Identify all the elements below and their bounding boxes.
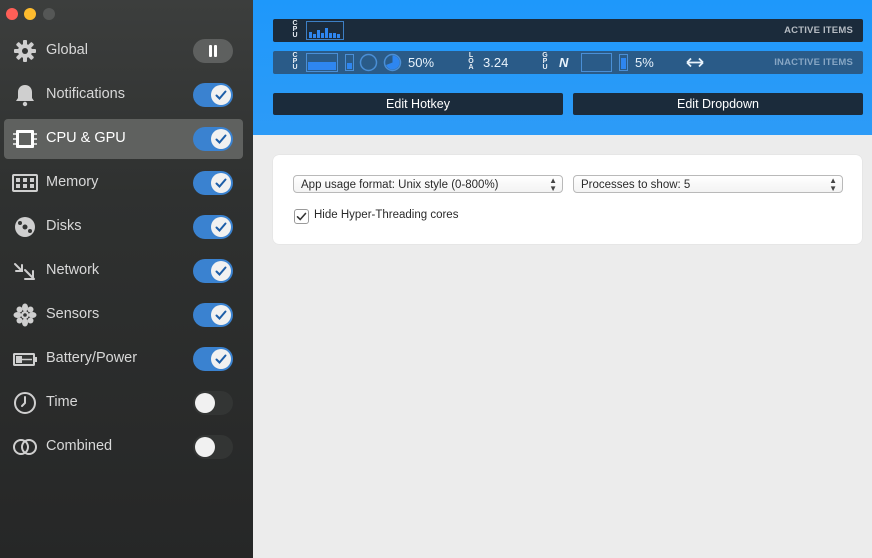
sidebar-item-label: Notifications (46, 86, 125, 102)
checkmark-icon (211, 129, 231, 149)
cpu-percent-value: 50% (408, 55, 435, 70)
sensor-fan-icon (12, 303, 38, 327)
gpu-vendor-letter: N (559, 55, 569, 70)
cpu-settings-card: App usage format: Unix style (0-800%) ▲ ▼… (273, 155, 862, 244)
edit-dropdown-button[interactable]: Edit Dropdown (573, 93, 863, 115)
minimize-window-button[interactable] (24, 8, 36, 20)
pause-icon (209, 45, 217, 57)
combined-toggle[interactable] (193, 435, 233, 459)
sensors-toggle[interactable] (193, 303, 233, 327)
battery-power-toggle[interactable] (193, 347, 233, 371)
cpu-chip-icon (12, 127, 38, 151)
cpu-bar-icon (345, 54, 354, 71)
gpu-vertical-tag: GPU (542, 52, 548, 71)
edit-hotkey-button[interactable]: Edit Hotkey (273, 93, 563, 115)
select-arrows-icon: ▲ ▼ (549, 176, 557, 193)
sidebar-item-label: Memory (46, 174, 99, 190)
clock-icon (12, 391, 38, 415)
battery-icon (12, 347, 38, 371)
gpu-tag-text: GPU (542, 52, 548, 71)
menubar-preview-banner: CPU ACTIVE ITEMS CPU 50% LOA 3.24 GPU N (253, 0, 872, 135)
checkmark-icon (211, 349, 231, 369)
sidebar-item-disks[interactable]: Disks (4, 207, 243, 247)
cpu-history-graph-icon (306, 21, 344, 40)
network-arrows-icon (12, 259, 38, 283)
sidebar-item-label: Time (46, 394, 78, 410)
load-average-value: 3.24 (483, 55, 509, 70)
checkmark-icon (296, 212, 307, 221)
active-items-strip[interactable]: CPU ACTIVE ITEMS (273, 19, 863, 42)
checkmark-icon (211, 85, 231, 105)
cpu-ring-icon (359, 53, 378, 72)
cpu-graph-icon (306, 53, 338, 72)
hide-hyperthreading-checkbox[interactable] (294, 209, 309, 224)
sidebar-item-sensors[interactable]: Sensors (4, 295, 243, 335)
memory-module-icon (12, 171, 38, 195)
hide-hyperthreading-label: Hide Hyper-Threading cores (314, 209, 459, 221)
cpu-vertical-tag: CPU (292, 20, 298, 39)
checkmark-icon (211, 261, 231, 281)
disk-icon (12, 215, 38, 239)
memory-toggle[interactable] (193, 171, 233, 195)
sidebar-item-label: Global (46, 42, 88, 58)
sidebar-item-label: Combined (46, 438, 113, 454)
sidebar-item-cpu-gpu[interactable]: CPU & GPU (4, 119, 243, 159)
processes-to-show-value: Processes to show: 5 (581, 179, 691, 191)
app-usage-format-value: App usage format: Unix style (0-800%) (301, 179, 499, 191)
active-items-label: ACTIVE ITEMS (784, 25, 853, 36)
disks-toggle[interactable] (193, 215, 233, 239)
select-arrows-icon: ▲ ▼ (829, 176, 837, 193)
sidebar-item-label: CPU & GPU (46, 130, 126, 146)
cpu-tag-text: CPU (292, 20, 298, 39)
combined-rings-icon (12, 435, 38, 459)
checkmark-icon (211, 305, 231, 325)
cpu-gpu-toggle[interactable] (193, 127, 233, 151)
bell-icon (12, 83, 38, 107)
toggle-knob (195, 393, 215, 413)
inactive-items-strip[interactable]: CPU 50% LOA 3.24 GPU N 5% INACTIVE ITEMS (273, 51, 863, 74)
load-vertical-tag: LOA (468, 52, 474, 71)
checkmark-icon (211, 217, 231, 237)
sidebar-item-label: Disks (46, 218, 82, 234)
sidebar-item-global[interactable]: Global (4, 31, 243, 71)
sidebar-item-network[interactable]: Network (4, 251, 243, 291)
toggle-knob (195, 437, 215, 457)
resize-arrows-icon (686, 57, 704, 68)
gpu-percent-value: 5% (635, 55, 654, 70)
cpu-tag-text: CPU (292, 52, 298, 71)
gpu-graph-icon (581, 53, 612, 72)
load-tag-text: LOA (468, 52, 474, 71)
sidebar: Global Notifications CPU & GPU Memory Di… (0, 0, 253, 558)
sidebar-item-label: Network (46, 262, 100, 278)
close-window-button[interactable] (6, 8, 18, 20)
sidebar-item-memory[interactable]: Memory (4, 163, 243, 203)
gpu-bar-icon (619, 54, 628, 71)
notifications-toggle[interactable] (193, 83, 233, 107)
sidebar-item-time[interactable]: Time (4, 383, 243, 423)
sidebar-item-label: Battery/Power (46, 350, 138, 366)
cpu-pie-icon (383, 53, 402, 72)
cpu-vertical-tag: CPU (292, 52, 298, 71)
sidebar-item-battery-power[interactable]: Battery/Power (4, 339, 243, 379)
sidebar-item-label: Sensors (46, 306, 100, 322)
inactive-items-label: INACTIVE ITEMS (774, 57, 853, 68)
processes-to-show-select[interactable]: Processes to show: 5 ▲ ▼ (573, 175, 843, 193)
sidebar-item-notifications[interactable]: Notifications (4, 75, 243, 115)
network-toggle[interactable] (193, 259, 233, 283)
checkmark-icon (211, 173, 231, 193)
gear-icon (12, 39, 38, 63)
zoom-window-button[interactable] (43, 8, 55, 20)
global-pause-toggle[interactable] (193, 39, 233, 63)
time-toggle[interactable] (193, 391, 233, 415)
app-usage-format-select[interactable]: App usage format: Unix style (0-800%) ▲ ▼ (293, 175, 563, 193)
sidebar-item-combined[interactable]: Combined (4, 427, 243, 467)
